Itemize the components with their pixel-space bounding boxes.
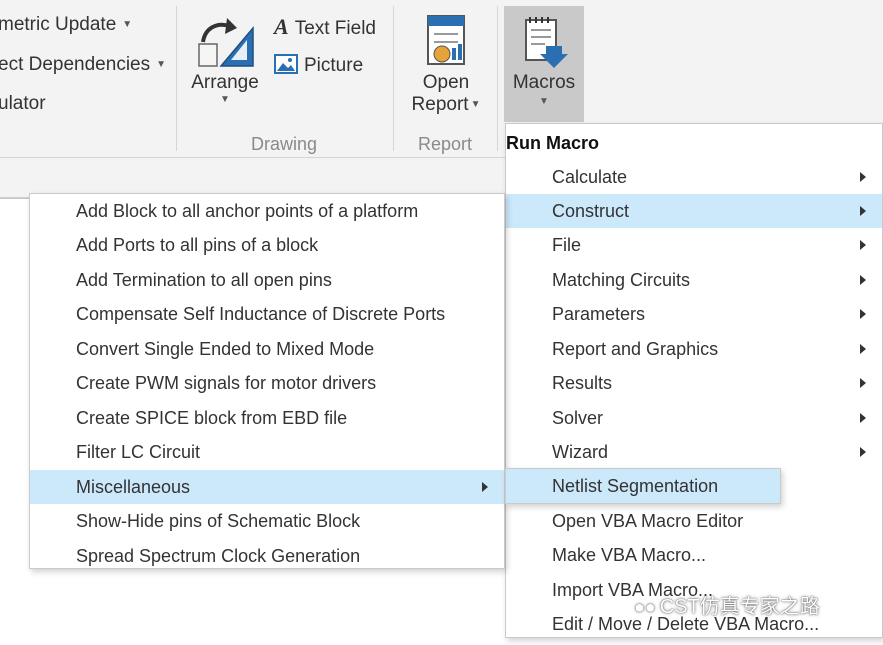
menu-item-label: File (552, 235, 582, 255)
arrange-icon (198, 18, 254, 67)
list-item[interactable]: Add Block to all anchor points of a plat… (30, 194, 504, 228)
list-item[interactable]: Add Ports to all pins of a block (30, 228, 504, 262)
miscellaneous-submenu: Netlist Segmentation (505, 468, 781, 504)
submenu-arrow-icon (860, 344, 866, 354)
menu-item-parameters[interactable]: Parameters (506, 297, 882, 331)
ribbon-separator (176, 6, 177, 151)
run-macro-header-label: Run Macro (506, 133, 600, 153)
menu-item-report-and-graphics[interactable]: Report and Graphics (506, 332, 882, 366)
dropdown-caret-icon: ▼ (220, 94, 230, 105)
menu-item-label: Construct (552, 201, 630, 221)
menu-item-label: Filter LC Circuit (76, 442, 201, 462)
submenu-arrow-icon (860, 378, 866, 388)
menu-item-results[interactable]: Results (506, 366, 882, 400)
simulator-button[interactable]: ulator (0, 93, 46, 115)
menu-item-file[interactable]: File (506, 228, 882, 262)
menu-item-label: Open VBA Macro Editor (552, 511, 744, 531)
menu-item-wizard[interactable]: Wizard (506, 435, 882, 469)
list-item[interactable]: Convert Single Ended to Mixed Mode (30, 332, 504, 366)
detect-dependencies-button[interactable]: ect Dependencies ▼ (0, 54, 166, 76)
menu-item-netlist-segmentation[interactable]: Netlist Segmentation (506, 469, 780, 503)
open-report-label-line1: Open (422, 72, 470, 93)
menu-item-open-vba-editor[interactable]: Open VBA Macro Editor (506, 504, 882, 538)
list-item[interactable]: Create PWM signals for motor drivers (30, 366, 504, 400)
submenu-arrow-icon (860, 447, 866, 457)
dropdown-caret-icon: ▼ (539, 96, 549, 107)
menu-item-label: Miscellaneous (76, 477, 191, 497)
list-item[interactable]: Compensate Self Inductance of Discrete P… (30, 297, 504, 331)
wechat-icon: ●● (634, 597, 656, 617)
report-icon (427, 15, 465, 65)
menu-item-label: Calculate (552, 167, 628, 187)
menu-item-miscellaneous[interactable]: Miscellaneous (30, 470, 504, 504)
arrange-label: Arrange (191, 72, 259, 93)
submenu-arrow-icon (860, 275, 866, 285)
menu-item-label: Parameters (552, 304, 646, 324)
menu-item-label: Solver (552, 408, 604, 428)
ribbon-separator (393, 6, 394, 151)
menu-item-label: Results (552, 373, 613, 393)
open-report-label-line2: Report (411, 94, 469, 115)
menu-item-label: Netlist Segmentation (552, 476, 719, 496)
parametric-update-button[interactable]: metric Update ▼ (0, 14, 132, 36)
macros-button[interactable]: Macros ▼ (504, 6, 584, 122)
menu-item-label: Create PWM signals for motor drivers (76, 373, 377, 393)
watermark: ●● CST仿真专家之路 (634, 590, 820, 619)
picture-icon (274, 54, 298, 74)
watermark-label: CST仿真专家之路 (659, 596, 820, 618)
detect-dependencies-label: ect Dependencies (0, 54, 151, 75)
simulator-label: ulator (0, 93, 46, 114)
menu-item-label: Convert Single Ended to Mixed Mode (76, 339, 375, 359)
menu-item-matching-circuits[interactable]: Matching Circuits (506, 263, 882, 297)
list-item[interactable]: Create SPICE block from EBD file (30, 401, 504, 435)
list-item[interactable]: Add Termination to all open pins (30, 263, 504, 297)
dropdown-caret-icon: ▼ (156, 59, 167, 71)
menu-item-construct[interactable]: Construct (506, 194, 882, 228)
menu-item-label: Add Ports to all pins of a block (76, 235, 319, 255)
menu-item-label: Wizard (552, 442, 609, 462)
text-field-icon: A (274, 14, 289, 39)
menu-item-label: Add Block to all anchor points of a plat… (76, 201, 419, 221)
menu-item-label: Add Termination to all open pins (76, 270, 332, 290)
open-report-button[interactable]: Open Report ▼ (404, 10, 488, 128)
macros-icon (525, 17, 568, 68)
report-group-label: Report (418, 134, 473, 154)
list-item[interactable]: Show-Hide pins of Schematic Block (30, 504, 504, 538)
submenu-arrow-icon (860, 172, 866, 182)
construct-submenu: Add Block to all anchor points of a plat… (29, 193, 505, 569)
menu-item-make-vba-macro[interactable]: Make VBA Macro... (506, 538, 882, 572)
menu-item-calculate[interactable]: Calculate (506, 160, 882, 194)
menu-item-label: Create SPICE block from EBD file (76, 408, 348, 428)
submenu-arrow-icon (860, 309, 866, 319)
menu-item-label: Report and Graphics (552, 339, 719, 359)
picture-button[interactable]: Picture (274, 54, 363, 77)
list-item[interactable]: Spread Spectrum Clock Generation (30, 539, 504, 573)
parametric-update-label: metric Update (0, 14, 117, 35)
run-macro-header: Run Macro (506, 124, 882, 160)
submenu-arrow-icon (860, 413, 866, 423)
menu-item-label: Matching Circuits (552, 270, 691, 290)
picture-label: Picture (304, 55, 364, 76)
text-field-label: Text Field (294, 18, 376, 39)
text-field-button[interactable]: A Text Field (274, 14, 376, 40)
ribbon-separator (497, 6, 498, 151)
submenu-arrow-icon (860, 240, 866, 250)
dropdown-caret-icon: ▼ (470, 99, 481, 111)
submenu-arrow-icon (860, 206, 866, 216)
menu-item-label: Make VBA Macro... (552, 545, 707, 565)
open-report-label-line2-wrap: Report ▼ (404, 94, 488, 116)
run-macro-menu: Run Macro Calculate Construct File Match… (505, 123, 883, 638)
menu-item-label: Compensate Self Inductance of Discrete P… (76, 304, 446, 324)
drawing-group-label: Drawing (251, 134, 318, 154)
menu-item-label: Spread Spectrum Clock Generation (76, 546, 361, 566)
submenu-arrow-icon (482, 482, 488, 492)
list-item[interactable]: Filter LC Circuit (30, 435, 504, 469)
menu-item-solver[interactable]: Solver (506, 401, 882, 435)
menu-item-label: Show-Hide pins of Schematic Block (76, 511, 361, 531)
macros-label: Macros (512, 72, 576, 93)
arrange-button[interactable]: Arrange ▼ (186, 10, 264, 128)
dropdown-caret-icon: ▼ (122, 19, 133, 31)
